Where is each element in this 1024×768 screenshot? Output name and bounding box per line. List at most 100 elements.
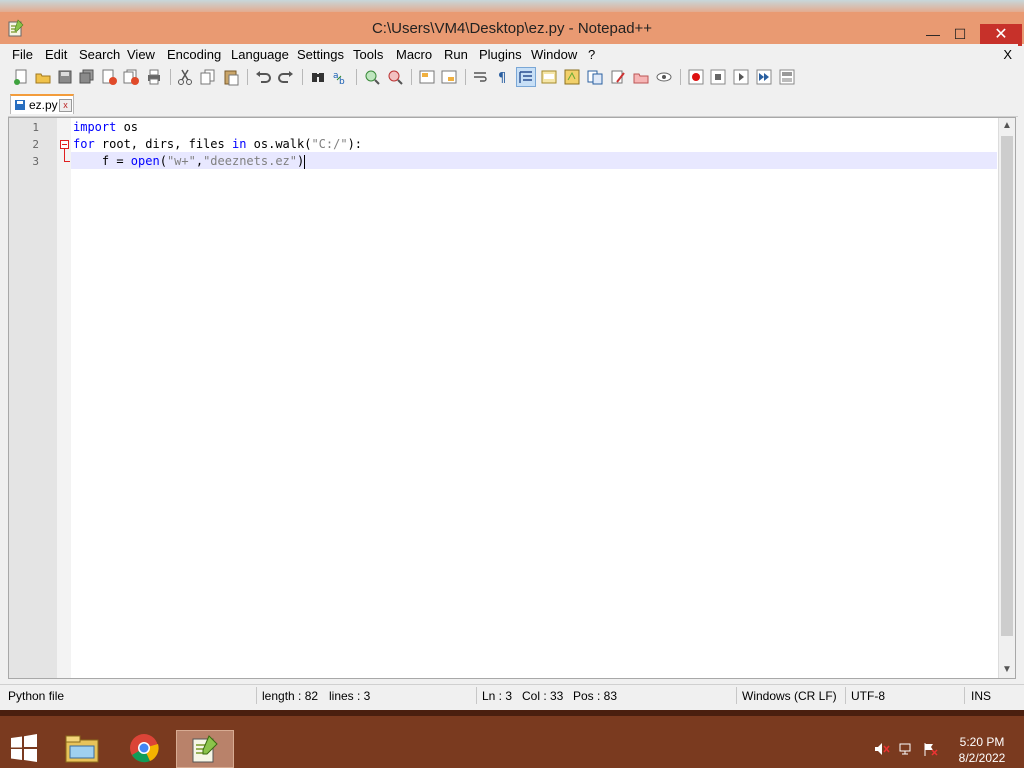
line-number: 1 <box>32 121 39 134</box>
redo-icon[interactable] <box>277 68 295 86</box>
code-line-1[interactable]: import os <box>73 119 138 136</box>
saved-file-icon <box>15 100 25 110</box>
code-token: "C:/" <box>311 137 348 151</box>
menu-window[interactable]: Window <box>531 47 577 62</box>
menu-language[interactable]: Language <box>231 47 289 62</box>
status-insert-mode[interactable]: INS <box>971 689 991 703</box>
action-center-flag-icon[interactable] <box>922 742 938 756</box>
paste-icon[interactable] <box>222 68 240 86</box>
code-token: ( <box>159 154 167 168</box>
folder-as-workspace-icon[interactable] <box>609 68 627 86</box>
tab-close-icon[interactable]: x <box>59 99 72 112</box>
fold-collapse-icon[interactable] <box>60 140 69 149</box>
notepadpp-icon <box>192 735 218 763</box>
toolbar-separator <box>356 69 357 85</box>
network-icon[interactable] <box>898 742 914 756</box>
status-file-type: Python file <box>8 689 65 703</box>
svg-text:¶: ¶ <box>498 71 506 86</box>
playback-macro-icon[interactable] <box>732 68 750 86</box>
vertical-scrollbar[interactable]: ▲ ▼ <box>998 118 1015 678</box>
code-token: , <box>195 154 204 168</box>
save-all-icon[interactable] <box>78 68 96 86</box>
find-icon[interactable] <box>309 68 327 86</box>
user-language-icon[interactable] <box>540 68 558 86</box>
save-macro-icon[interactable] <box>778 68 796 86</box>
print-icon[interactable] <box>145 68 163 86</box>
status-separator <box>736 687 737 704</box>
close-window-button[interactable]: ✕ <box>980 24 1022 46</box>
code-token: open <box>130 154 160 168</box>
menu-macro[interactable]: Macro <box>396 47 432 62</box>
close-document-button[interactable]: X <box>1003 47 1012 62</box>
fold-end-marker <box>64 161 70 162</box>
toolbar-separator <box>411 69 412 85</box>
code-line-3[interactable]: f = open("w+","deeznets.ez") <box>73 153 306 170</box>
menu-plugins[interactable]: Plugins <box>479 47 522 62</box>
line-number: 2 <box>32 138 39 151</box>
scroll-down-icon[interactable]: ▼ <box>999 662 1015 678</box>
sync-horizontal-icon[interactable] <box>440 68 458 86</box>
menu-view[interactable]: View <box>127 47 155 62</box>
menu-edit[interactable]: Edit <box>45 47 67 62</box>
save-icon[interactable] <box>56 68 74 86</box>
maximize-button[interactable]: ☐ <box>945 24 975 44</box>
menu-tools[interactable]: Tools <box>353 47 383 62</box>
code-editor[interactable]: 1 2 3 import os for root, dirs, files in… <box>8 117 1016 679</box>
zoom-out-icon[interactable] <box>386 68 404 86</box>
open-file-icon[interactable] <box>34 68 52 86</box>
code-token: for <box>73 137 95 151</box>
undo-icon[interactable] <box>254 68 272 86</box>
word-wrap-icon[interactable] <box>472 68 490 86</box>
code-token: ) <box>297 154 305 168</box>
menu-help[interactable]: ? <box>588 47 595 62</box>
monitoring-eye-icon[interactable] <box>655 68 673 86</box>
windows-start-icon[interactable] <box>10 734 38 762</box>
document-tab-bar: ez.py x <box>8 92 1018 117</box>
volume-muted-icon[interactable] <box>874 742 890 756</box>
status-length: length : 82 <box>262 689 319 703</box>
menu-settings[interactable]: Settings <box>297 47 344 62</box>
replace-icon[interactable]: ab <box>331 68 349 86</box>
scrollbar-thumb[interactable] <box>1001 136 1013 636</box>
close-all-icon[interactable] <box>122 68 140 86</box>
record-macro-icon[interactable] <box>687 68 705 86</box>
stop-recording-icon[interactable] <box>709 68 727 86</box>
run-macro-multiple-icon[interactable] <box>755 68 773 86</box>
code-token: ): <box>347 137 363 151</box>
menu-encoding[interactable]: Encoding <box>167 47 221 62</box>
chrome-taskbar-button[interactable] <box>120 730 168 766</box>
status-eol[interactable]: Windows (CR LF) <box>742 689 837 703</box>
code-line-2[interactable]: for root, dirs, files in os.walk("C:/"): <box>73 136 362 153</box>
cut-icon[interactable] <box>176 68 194 86</box>
copy-icon[interactable] <box>199 68 217 86</box>
scroll-up-icon[interactable]: ▲ <box>999 118 1015 134</box>
status-separator <box>476 687 477 704</box>
status-encoding[interactable]: UTF-8 <box>851 689 885 703</box>
status-separator <box>964 687 965 704</box>
indent-guide-icon[interactable] <box>516 67 536 87</box>
status-separator <box>256 687 257 704</box>
show-all-characters-icon[interactable]: ¶ <box>494 68 512 86</box>
title-bar[interactable]: C:\Users\VM4\Desktop\ez.py - Notepad++ —… <box>0 12 1024 46</box>
sync-vertical-icon[interactable] <box>418 68 436 86</box>
tab-ez-py[interactable]: ez.py x <box>10 94 74 114</box>
menu-file[interactable]: File <box>12 47 33 62</box>
notepadpp-taskbar-button[interactable] <box>176 730 234 768</box>
folder-icon[interactable] <box>632 68 650 86</box>
fold-margin <box>57 118 71 678</box>
document-map-icon[interactable] <box>563 68 581 86</box>
minimize-button[interactable]: — <box>918 24 948 44</box>
code-token: root, dirs, files <box>94 137 232 151</box>
new-file-icon[interactable] <box>12 68 30 86</box>
function-list-icon[interactable] <box>586 68 604 86</box>
file-explorer-taskbar-button[interactable] <box>58 730 106 766</box>
close-file-icon[interactable] <box>100 68 118 86</box>
system-clock[interactable]: 5:20 PM 8/2/2022 <box>950 734 1014 766</box>
line-number: 3 <box>32 155 39 168</box>
menu-search[interactable]: Search <box>79 47 120 62</box>
toolbar-separator <box>247 69 248 85</box>
status-position: Pos : 83 <box>573 689 618 703</box>
menu-run[interactable]: Run <box>444 47 468 62</box>
toolbar-separator <box>302 69 303 85</box>
zoom-in-icon[interactable] <box>363 68 381 86</box>
